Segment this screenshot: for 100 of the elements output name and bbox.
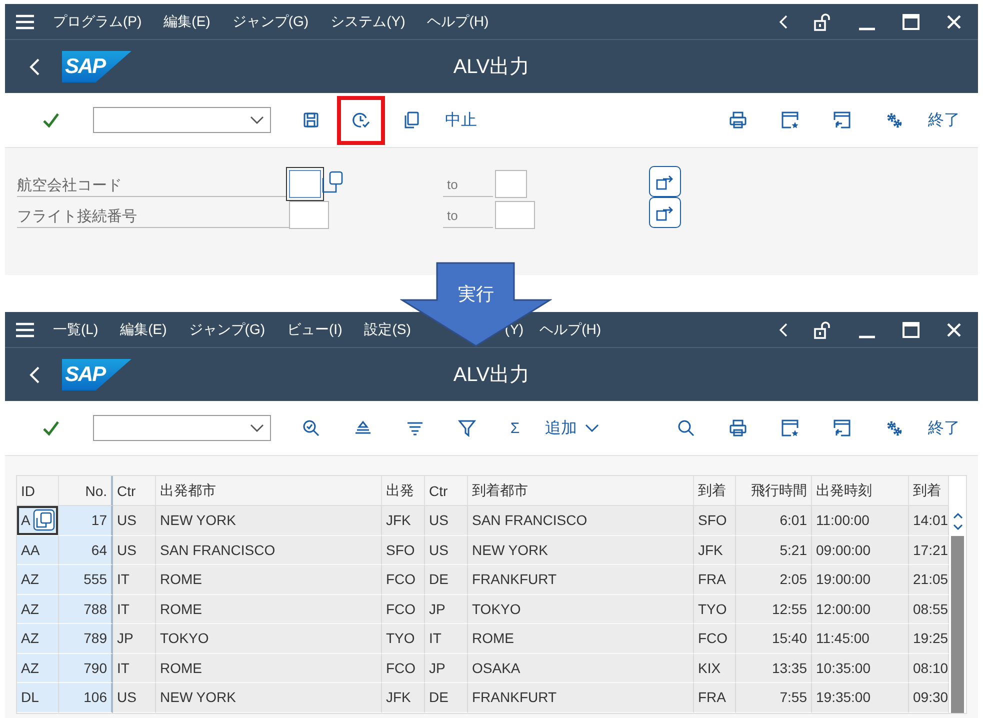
menu-item[interactable]: 編集(E) [120, 320, 167, 338]
more-menu-button[interactable]: 追加 [537, 413, 607, 443]
menu-item[interactable]: プログラム(P) [53, 12, 142, 30]
menu-item[interactable]: ジャンプ(G) [188, 320, 266, 338]
dropdown-chevron-icon[interactable] [250, 116, 264, 124]
column-header[interactable]: Ctr [113, 476, 156, 506]
column-header[interactable]: 出発都市 [156, 476, 382, 506]
input-field[interactable] [289, 170, 321, 198]
maximize-icon[interactable] [902, 12, 920, 30]
column-header[interactable]: 出発 [382, 476, 425, 506]
window-star-icon[interactable] [781, 419, 799, 437]
table-cell: 2:05 [736, 565, 812, 594]
column-header[interactable]: 飛行時間 [736, 476, 812, 506]
table-cell: JFK [694, 536, 736, 565]
table-cell: FCO [382, 594, 425, 624]
menu-item[interactable]: ヘルプ(H) [540, 320, 602, 338]
table-cell: KIX [694, 654, 736, 683]
input-field[interactable] [495, 170, 527, 198]
table-cell: 08:55 [909, 594, 949, 624]
table-cell: 19:25 [909, 624, 949, 654]
table-cell: FRA [694, 565, 736, 594]
table-cell[interactable]: A [17, 506, 59, 536]
table-cell: NEW YORK [468, 536, 694, 565]
column-header[interactable]: No. [59, 476, 113, 506]
scroll-up-icon[interactable] [952, 512, 962, 520]
command-field[interactable] [93, 415, 271, 441]
arrow-label: 実行 [458, 284, 494, 304]
column-header[interactable]: Ctr [425, 476, 468, 506]
table-cell: SFO [382, 536, 425, 565]
menu-item[interactable]: ジャンプ(G) [232, 12, 309, 30]
printer-icon[interactable] [729, 111, 747, 129]
column-header[interactable]: 出発時刻 [812, 476, 909, 506]
scroll-down-icon[interactable] [952, 522, 962, 530]
table-cell: NEW YORK [156, 506, 382, 536]
settings-icon[interactable] [885, 111, 903, 129]
maximize-icon[interactable] [902, 320, 920, 338]
to-label: to [443, 177, 493, 197]
dropdown-chevron-icon[interactable] [250, 424, 264, 432]
zoom-icon[interactable] [302, 419, 320, 437]
input-field[interactable] [495, 201, 535, 229]
window-arrow-icon[interactable] [833, 111, 851, 129]
menu-icon[interactable] [15, 322, 35, 338]
copy-icon[interactable] [402, 111, 420, 129]
table-cell: 12:00:00 [812, 594, 909, 624]
value-help-icon[interactable] [33, 509, 55, 531]
table-cell: DL [17, 683, 59, 712]
table-cell: SFO [694, 506, 736, 536]
table-cell: US [425, 536, 468, 565]
exit-button[interactable]: 終了 [920, 413, 968, 443]
command-field[interactable] [93, 107, 271, 133]
table-cell: TOKYO [156, 624, 382, 654]
settings-icon[interactable] [885, 419, 903, 437]
menu-item[interactable]: システム(Y) [330, 12, 406, 30]
sort-descending-icon[interactable] [406, 420, 424, 436]
back-icon[interactable] [29, 366, 40, 384]
check-icon[interactable] [42, 112, 60, 128]
input-field[interactable] [289, 201, 329, 229]
window-arrow-icon[interactable] [833, 419, 851, 437]
check-icon[interactable] [42, 420, 60, 436]
scrollbar-thumb[interactable] [951, 536, 964, 712]
table-cell: 13:35 [736, 654, 812, 683]
filter-icon[interactable] [458, 419, 476, 437]
sum-button[interactable]: Σ [493, 413, 537, 443]
table-cell: DE [425, 683, 468, 712]
table-cell: 555 [59, 565, 113, 594]
table-cell: JFK [382, 683, 425, 712]
menu-item[interactable]: 一覧(L) [53, 320, 98, 338]
close-icon[interactable] [946, 322, 962, 338]
printer-icon[interactable] [729, 419, 747, 437]
table-cell: US [113, 683, 156, 712]
menu-item[interactable]: 編集(E) [164, 12, 210, 30]
menu-item[interactable]: ビュー(I) [287, 320, 342, 338]
table-cell: 790 [59, 654, 113, 683]
table-cell: AZ [17, 565, 59, 594]
value-help-icon[interactable] [322, 170, 344, 194]
table-cell: JP [425, 654, 468, 683]
table-cell: TOKYO [468, 594, 694, 624]
lock-icon[interactable] [814, 320, 832, 338]
search-icon[interactable] [677, 419, 695, 437]
window-star-icon[interactable] [781, 111, 799, 129]
multiple-selection-button[interactable] [649, 166, 681, 197]
menu-item[interactable]: 設定(S) [364, 320, 411, 338]
multiple-selection-icon [655, 204, 675, 222]
column-header[interactable]: 到着 [694, 476, 736, 506]
menu-icon[interactable] [15, 14, 35, 30]
clock-check-icon[interactable] [352, 111, 370, 129]
chevron-left-icon[interactable] [779, 14, 788, 28]
cancel-button[interactable]: 中止 [437, 105, 485, 135]
exit-button[interactable]: 終了 [920, 105, 968, 135]
lock-icon[interactable] [814, 12, 832, 30]
save-icon[interactable] [303, 112, 319, 128]
column-header[interactable]: 到着 [909, 476, 949, 506]
close-icon[interactable] [946, 14, 962, 30]
column-header[interactable]: 到着都市 [468, 476, 694, 506]
column-header[interactable]: ID [17, 476, 59, 506]
chevron-left-icon[interactable] [779, 322, 788, 336]
multiple-selection-button[interactable] [649, 197, 681, 228]
sort-ascending-icon[interactable] [354, 420, 372, 436]
back-icon[interactable] [29, 58, 40, 76]
menu-item[interactable]: ヘルプ(H) [427, 12, 489, 30]
